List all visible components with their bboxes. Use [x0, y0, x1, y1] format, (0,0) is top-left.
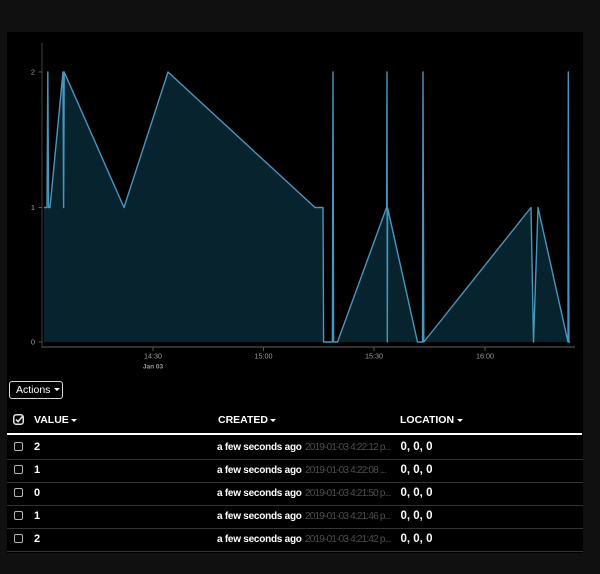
svg-text:1: 1: [31, 203, 35, 212]
svg-text:15:30: 15:30: [365, 352, 383, 361]
svg-text:16:00: 16:00: [476, 352, 494, 361]
svg-text:14:30: 14:30: [144, 352, 162, 361]
svg-text:0: 0: [31, 338, 35, 347]
svg-text:2: 2: [31, 68, 35, 77]
svg-text:15:00: 15:00: [255, 352, 273, 361]
svg-text:Jan 03: Jan 03: [143, 364, 164, 371]
